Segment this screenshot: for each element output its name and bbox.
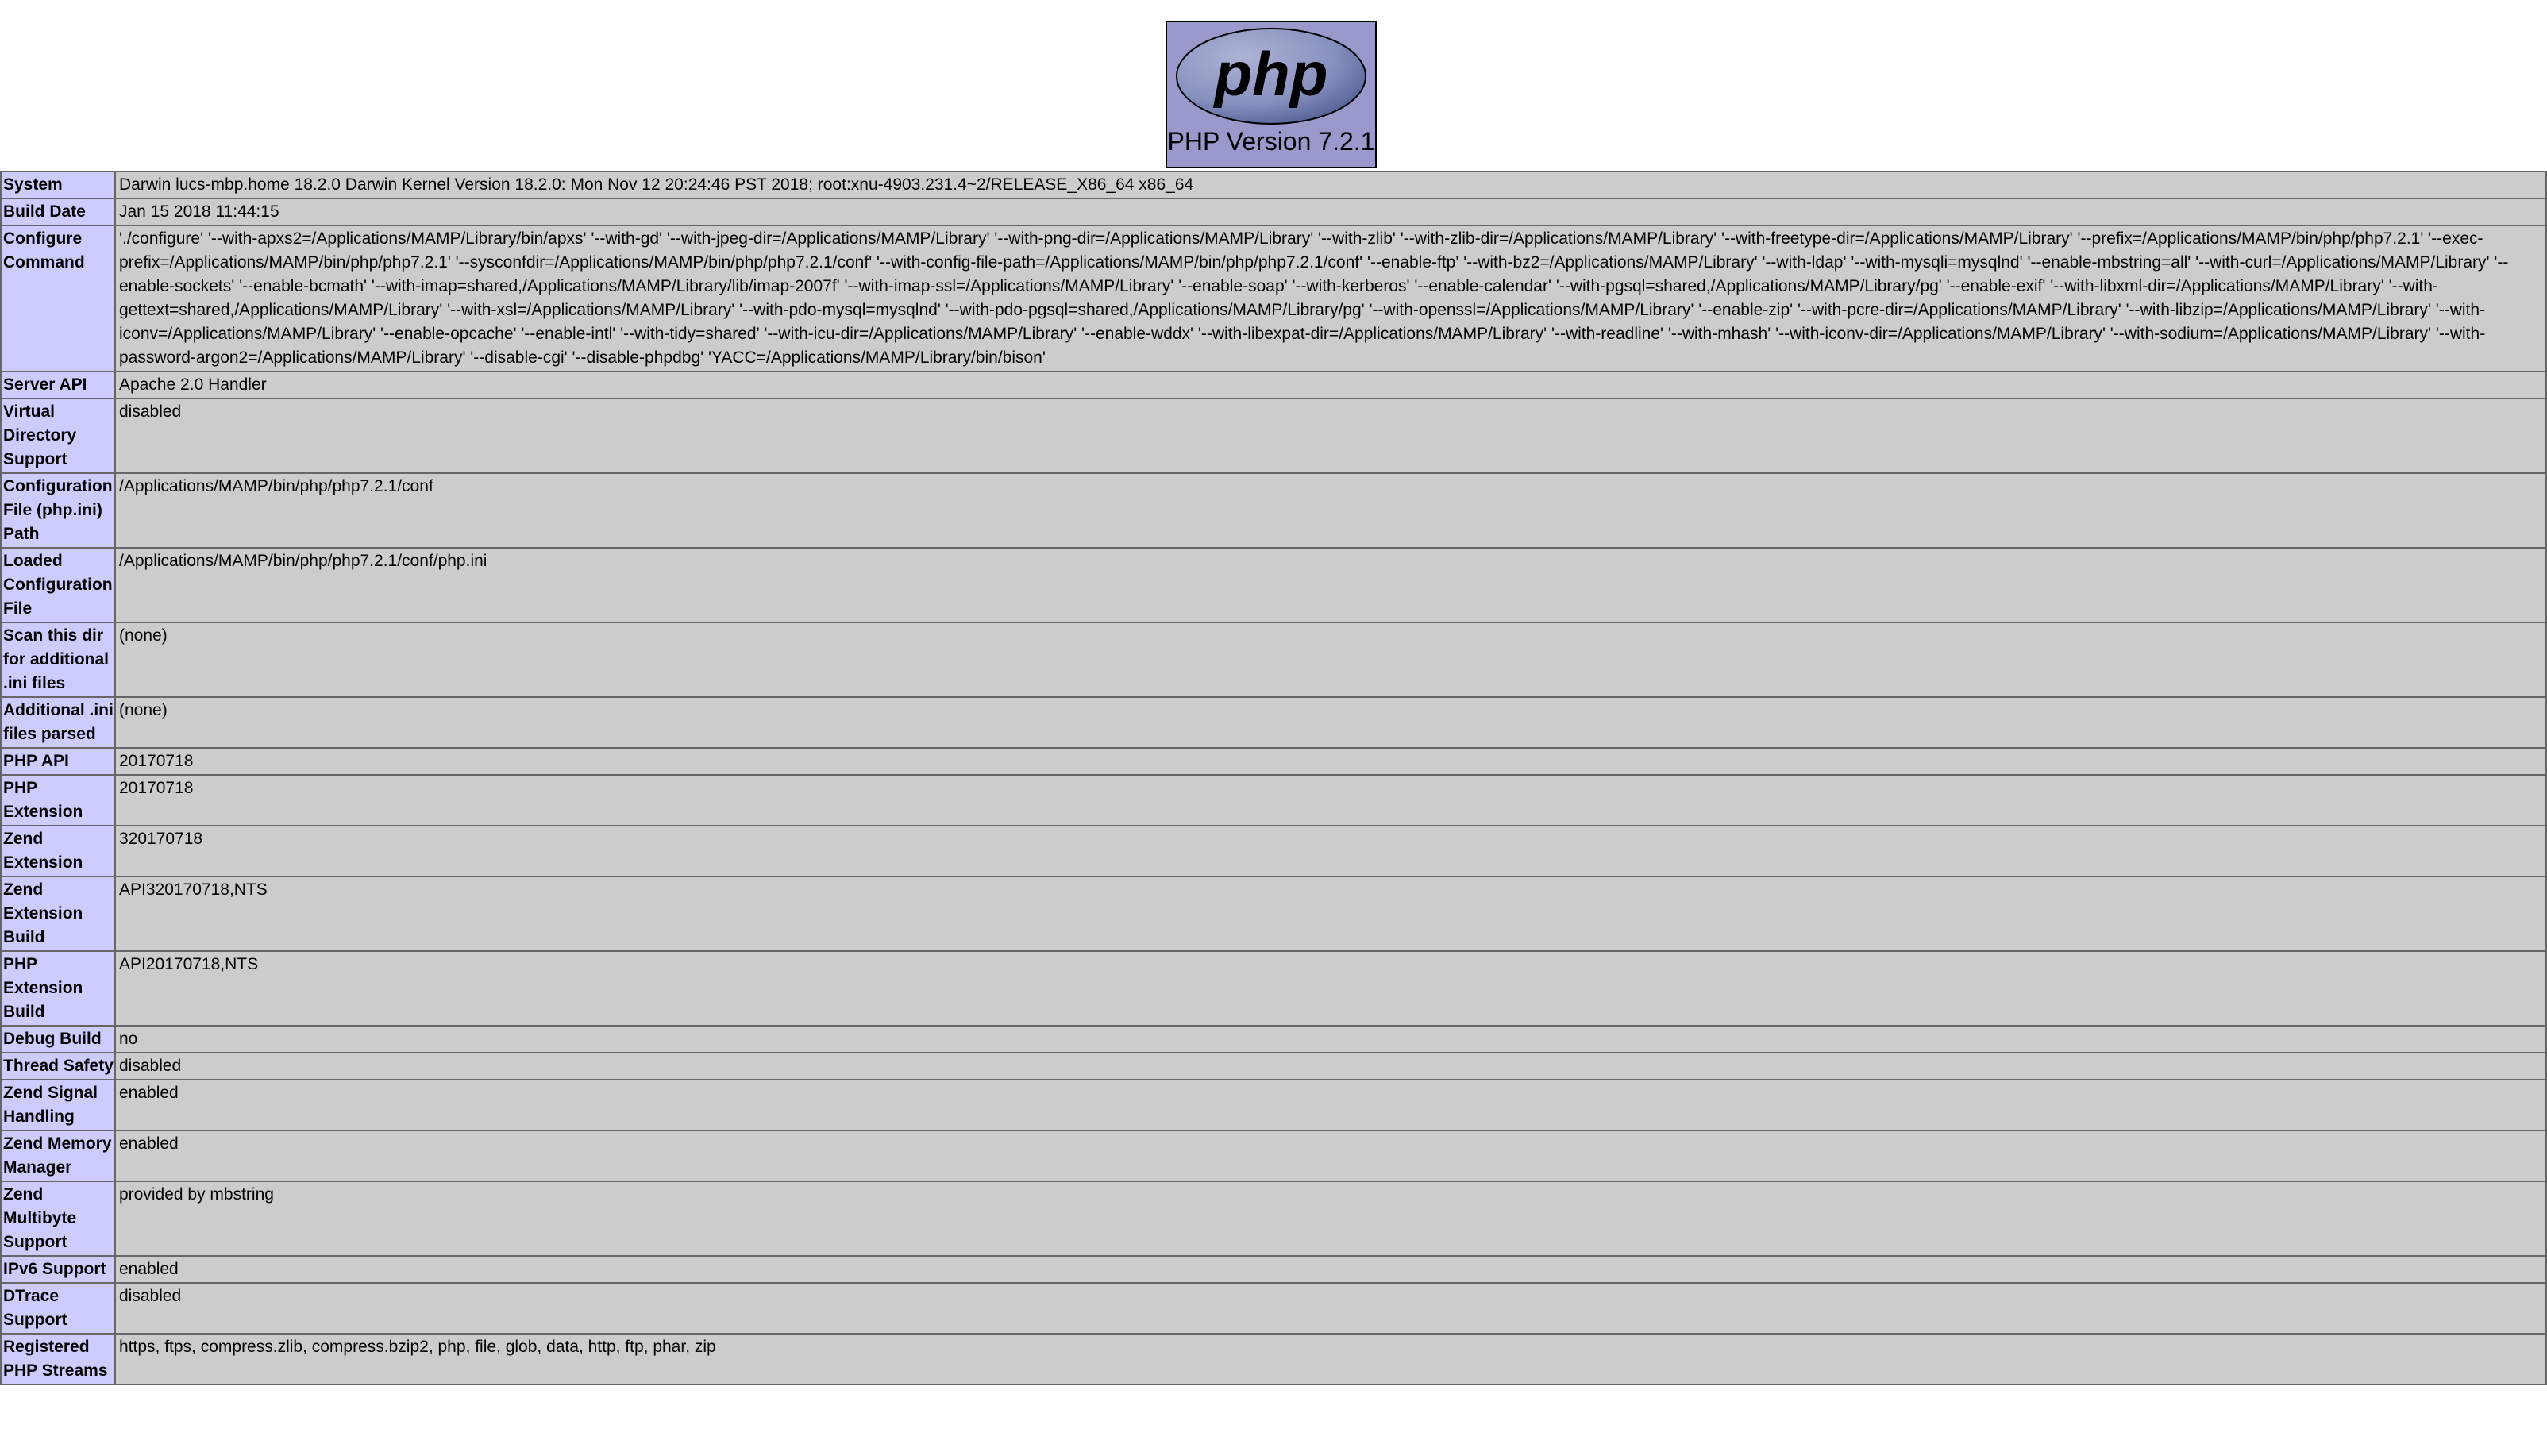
info-value: 20170718 [114,774,2547,826]
info-label: Server API [0,371,116,399]
info-value: disabled [114,1052,2547,1080]
info-row: Configuration File (php.ini) Path/Applic… [0,472,2547,549]
info-label: Zend Extension [0,825,116,877]
info-label: Configuration File (php.ini) Path [0,472,116,549]
info-row: Build Date Jan 15 2018 11:44:15 [0,198,2547,226]
info-row: Loaded Configuration File/Applications/M… [0,547,2547,623]
info-label: Scan this dir for additional .ini files [0,622,116,698]
info-label: Virtual Directory Support [0,398,116,474]
info-row: Configure Command './configure' '--with-a… [0,225,2547,372]
page-header: php PHP Version 7.2.1 [0,0,2547,168]
info-label: IPv6 Support [0,1255,116,1284]
info-row: IPv6 Support enabled [0,1255,2547,1284]
info-row: Thread Safety disabled [0,1052,2547,1080]
info-label: Additional .ini files parsed [0,696,116,749]
info-value: disabled [114,1282,2547,1335]
info-value: provided by mbstring [114,1181,2547,1257]
info-value: enabled [114,1255,2547,1284]
php-info-table: System Darwin lucs-mbp.home 18.2.0 Darwin… [0,171,2547,1385]
info-row: PHP Extension 20170718 [0,774,2547,826]
info-value: enabled [114,1130,2547,1182]
info-label: Zend Multibyte Support [0,1181,116,1257]
info-label: PHP API [0,747,116,776]
info-value: Apache 2.0 Handler [114,371,2547,399]
info-label: Build Date [0,198,116,226]
info-row: Virtual Directory Support disabled [0,398,2547,474]
info-label: Loaded Configuration File [0,547,116,623]
info-label: DTrace Support [0,1282,116,1335]
info-row: Server API Apache 2.0 Handler [0,371,2547,399]
info-label: System [0,171,116,199]
info-row: Zend Memory Manager enabled [0,1130,2547,1182]
info-value: /Applications/MAMP/bin/php/php7.2.1/conf… [114,547,2547,623]
info-label: Registered PHP Streams [0,1333,116,1385]
info-row: Zend Multibyte Support provided by mbstri… [0,1181,2547,1257]
info-row: System Darwin lucs-mbp.home 18.2.0 Darwin… [0,171,2547,199]
info-row: Debug Build no [0,1025,2547,1053]
info-row: Additional .ini files parsed (none) [0,696,2547,749]
info-value: API20170718,NTS [114,950,2547,1027]
info-value: API320170718,NTS [114,876,2547,952]
info-value: https, ftps, compress.zlib, compress.bzi… [114,1333,2547,1385]
info-label: Zend Signal Handling [0,1079,116,1131]
info-row: Registered PHP Streams https, ftps, compr… [0,1333,2547,1385]
info-row: DTrace Support disabled [0,1282,2547,1335]
php-version-title: PHP Version 7.2.1 [1167,127,1375,156]
info-value: 320170718 [114,825,2547,877]
info-row: Scan this dir for additional .ini files(… [0,622,2547,698]
info-label: Configure Command [0,225,116,372]
info-row: Zend Extension Build API320170718,NTS [0,876,2547,952]
info-label: PHP Extension Build [0,950,116,1027]
info-row: PHP Extension Build API20170718,NTS [0,950,2547,1027]
info-label: Zend Memory Manager [0,1130,116,1182]
info-row: PHP API 20170718 [0,747,2547,776]
info-value: disabled [114,398,2547,474]
info-value: './configure' '--with-apxs2=/Application… [114,225,2547,372]
info-value: Darwin lucs-mbp.home 18.2.0 Darwin Kerne… [114,171,2547,199]
info-value: Jan 15 2018 11:44:15 [114,198,2547,226]
info-row: Zend Signal Handling enabled [0,1079,2547,1131]
info-value: enabled [114,1079,2547,1131]
info-value: /Applications/MAMP/bin/php/php7.2.1/conf [114,472,2547,549]
info-label: Zend Extension Build [0,876,116,952]
info-label: Debug Build [0,1025,116,1053]
php-version-banner: php PHP Version 7.2.1 [1166,21,1377,168]
info-label: Thread Safety [0,1052,116,1080]
php-logo-text: php [1213,39,1328,109]
info-value: 20170718 [114,747,2547,776]
info-label: PHP Extension [0,774,116,826]
info-value: (none) [114,622,2547,698]
php-logo-icon[interactable]: php [1174,27,1368,125]
info-value: no [114,1025,2547,1053]
info-row: Zend Extension 320170718 [0,825,2547,877]
info-value: (none) [114,696,2547,749]
